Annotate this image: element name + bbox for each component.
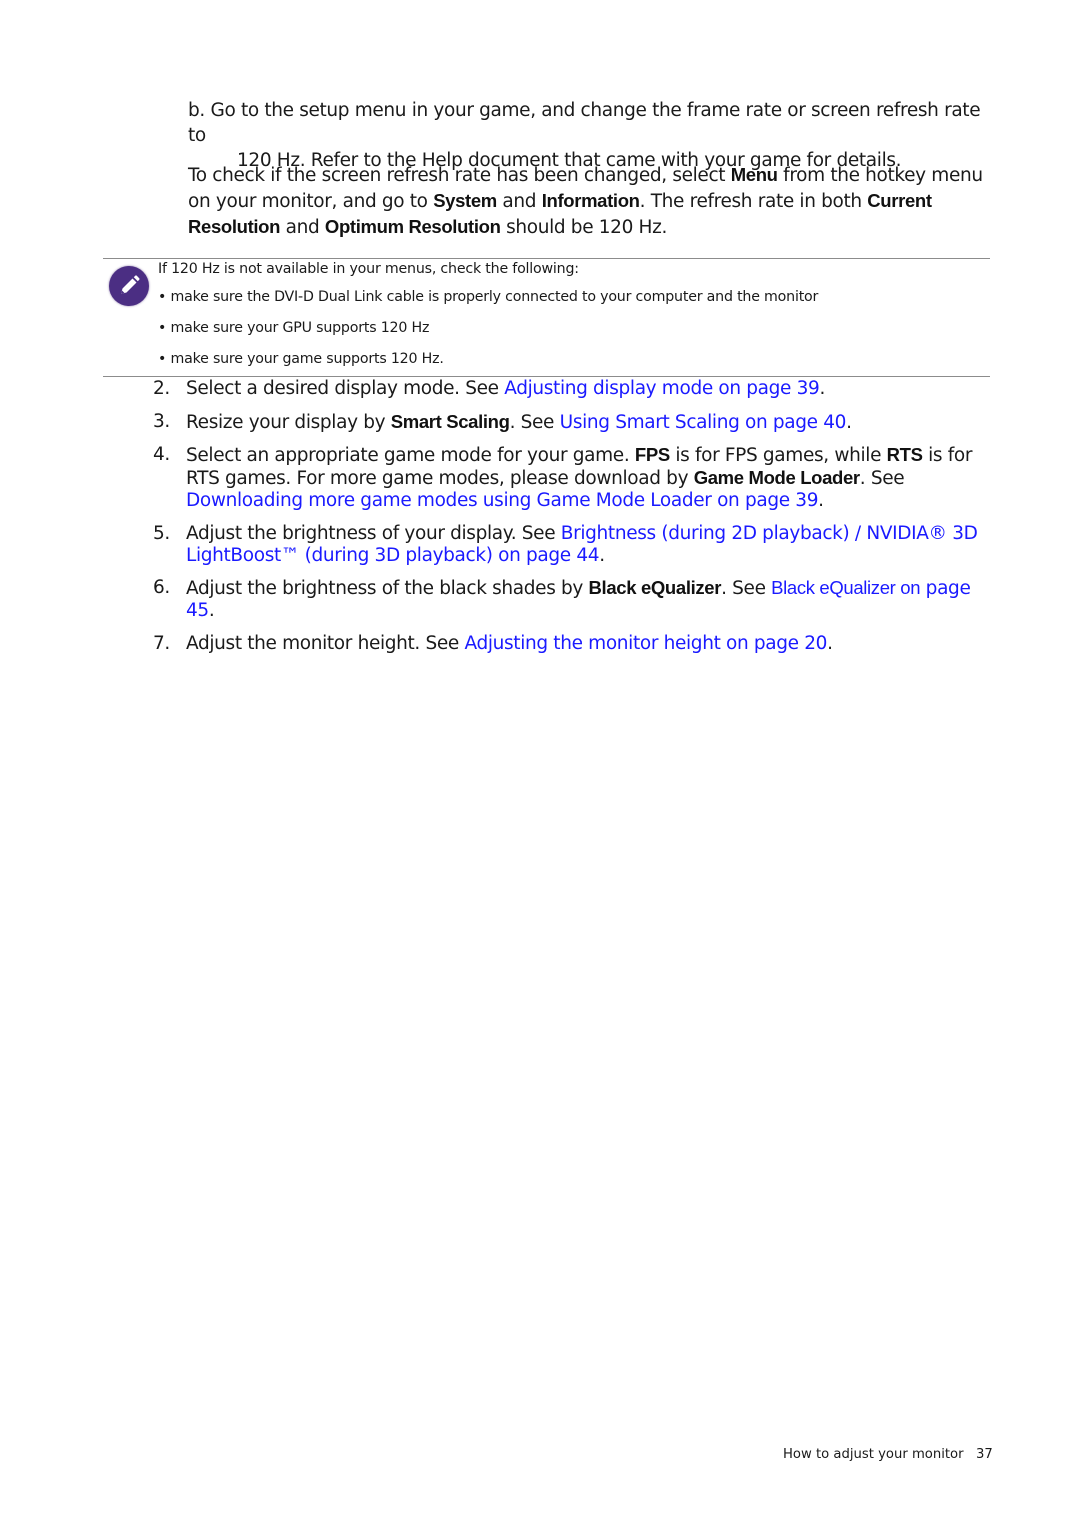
text: . See [509,411,560,433]
step-number: 2. [153,378,170,399]
step-number: 4. [153,444,170,465]
step-3: 3. Resize your display by Smart Scaling. … [153,411,993,434]
step-number: 3. [153,410,170,432]
term-fps: FPS [634,444,670,465]
step-b-line1: Go to the setup menu in your game, and c… [188,100,981,146]
refresh-check-paragraph: To check if the screen refresh rate has … [188,162,998,240]
step-5: 5. Adjust the brightness of your display.… [153,523,993,567]
text: should be 120 Hz. [500,217,667,238]
text: . [827,632,833,654]
term-rts: RTS [886,444,923,465]
footer-page-number: 37 [976,1447,993,1462]
pencil-icon [109,266,149,306]
text: . [819,378,825,399]
step-number: 7. [153,632,170,654]
text: Select a desired display mode. See [186,378,505,399]
note-intro: If 120 Hz is not available in your menus… [158,261,579,277]
text: . [599,544,605,566]
text: Select an appropriate game mode for your… [186,445,635,466]
note-bullet: • make sure your game supports 120 Hz. [158,351,444,367]
steps-list: 2. Select a desired display mode. See Adj… [153,378,993,665]
step-7: 7. Adjust the monitor height. See Adjusti… [153,633,993,655]
text: To check if the screen refresh rate has … [188,165,731,186]
note-bullet: • make sure the DVI-D Dual Link cable is… [158,289,819,305]
term-system: System [433,190,497,211]
term-smart-scaling: Smart Scaling [390,410,510,432]
text: Adjust the brightness of your display. S… [186,522,561,544]
text: and [280,217,325,238]
text: is for FPS games, while [669,445,887,466]
text: . [818,490,824,511]
step-2: 2. Select a desired display mode. See Adj… [153,378,993,400]
note-bullet: • make sure your GPU supports 120 Hz [158,320,430,336]
step-number: 6. [153,577,170,598]
text: . See [721,578,772,599]
term-optimum-resolution: Optimum Resolution [324,216,501,237]
link-downloading-game-modes[interactable]: Downloading more game modes using Game M… [186,490,818,511]
link-adjusting-display-mode[interactable]: Adjusting display mode on page 39 [504,378,820,399]
step-6: 6. Adjust the brightness of the black sha… [153,577,993,622]
term-menu: Menu [730,164,778,185]
term-game-mode-loader: Game Mode Loader [693,467,860,488]
text: Adjust the monitor height. See [186,632,465,654]
link-using-smart-scaling[interactable]: Using Smart Scaling on page 40 [560,412,847,433]
link-adjusting-monitor-height[interactable]: Adjusting the monitor height on page 20 [464,633,827,654]
step-number: 5. [153,522,170,544]
term-black-equalizer: Black eQualizer [588,577,722,598]
text: Resize your display by [186,411,391,433]
step-b-label: b. [188,100,205,121]
note-box: If 120 Hz is not available in your menus… [103,258,990,377]
text: . [846,411,852,433]
footer-section-title: How to adjust your monitor [783,1447,964,1462]
text: . The refresh rate in both [639,191,868,212]
text: and [496,191,542,212]
link-black-equalizer[interactable]: Black eQualizer on [771,577,920,598]
text: . [208,600,215,621]
text: . See [859,468,905,489]
step-4: 4. Select an appropriate game mode for yo… [153,444,993,512]
text: Adjust the brightness of the black shade… [186,578,589,599]
term-information: Information [541,190,640,211]
